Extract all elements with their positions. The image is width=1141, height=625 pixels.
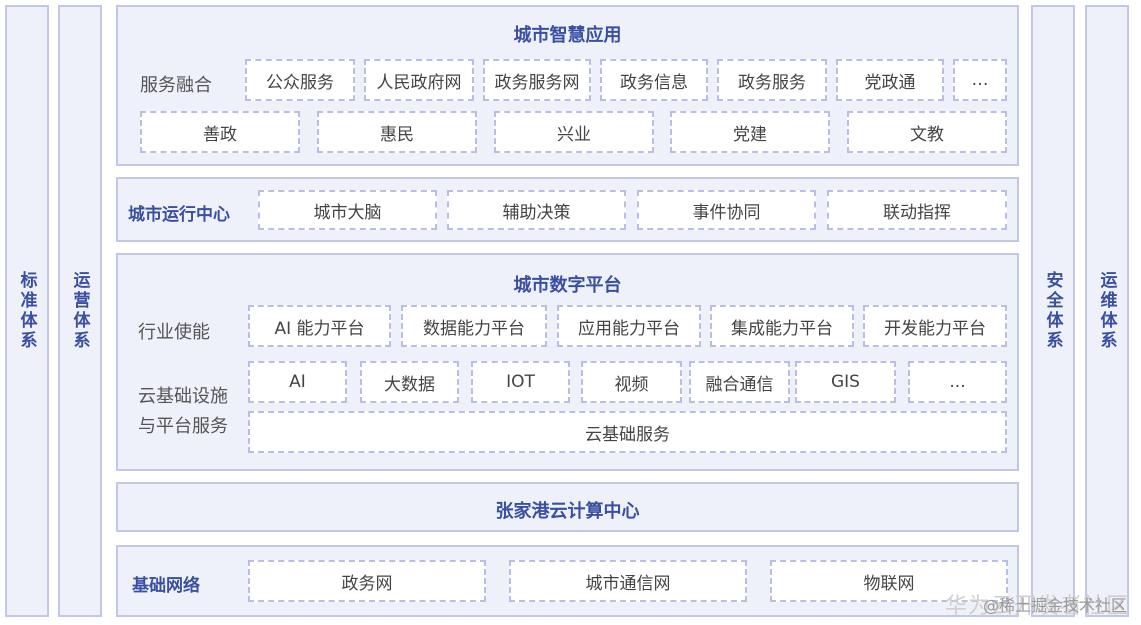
infra-item-gis: GIS <box>795 361 896 403</box>
app-item-more: … <box>953 59 1007 101</box>
infra-item-more: ... <box>908 361 1007 403</box>
cloud-computing-center-panel: 张家港云计算中心 <box>116 482 1019 532</box>
service-fusion-label: 服务融合 <box>140 75 212 96</box>
city-ops-center-label: 城市运行中心 <box>128 205 230 225</box>
basic-network-panel: 基础网络 政务网 城市通信网 物联网 <box>116 545 1019 617</box>
network-item-city-comm-net: 城市通信网 <box>509 560 747 602</box>
app-item-xingye: 兴业 <box>494 111 654 153</box>
standard-system-label: 标准体系 <box>16 271 37 351</box>
watermark-sub: @稀土掘金技术社区 <box>982 596 1127 615</box>
app-item-dangzhengtong: 党政通 <box>836 59 944 101</box>
city-digital-platform-title: 城市数字平台 <box>513 275 622 296</box>
app-item-huimin: 惠民 <box>317 111 477 153</box>
platform-app-capability: 应用能力平台 <box>557 305 701 347</box>
infra-item-video: 视频 <box>581 361 682 403</box>
app-item-shanzheng: 善政 <box>140 111 300 153</box>
standard-system-column: 标准体系 <box>5 5 49 617</box>
platform-integration-capability: 集成能力平台 <box>710 305 854 347</box>
infra-label-line2: 与平台服务 <box>138 416 228 437</box>
infra-item-unified-comm: 融合通信 <box>689 361 790 403</box>
app-item-gov-service-web: 政务服务网 <box>483 59 591 101</box>
city-ops-center-panel: 城市运行中心 城市大脑 辅助决策 事件协同 联动指挥 <box>116 177 1019 242</box>
infra-item-bigdata: 大数据 <box>360 361 459 403</box>
app-item-people-gov-web: 人民政府网 <box>364 59 474 101</box>
ops-item-decision-support: 辅助决策 <box>447 190 626 230</box>
app-item-public-service: 公众服务 <box>245 59 355 101</box>
infra-item-ai: AI <box>248 361 347 403</box>
city-digital-platform-panel: 城市数字平台 行业使能 AI 能力平台 数据能力平台 应用能力平台 集成能力平台… <box>116 253 1019 471</box>
network-item-gov-net: 政务网 <box>248 560 486 602</box>
platform-ai-capability: AI 能力平台 <box>248 305 391 347</box>
infra-label-line1: 云基础设施 <box>138 386 228 407</box>
platform-data-capability: 数据能力平台 <box>401 305 547 347</box>
ops-item-city-brain: 城市大脑 <box>258 190 437 230</box>
operation-system-label: 运营体系 <box>69 271 90 351</box>
city-smart-apps-panel: 城市智慧应用 服务融合 公众服务 人民政府网 政务服务网 政务信息 政务服务 党… <box>116 5 1019 166</box>
cloud-computing-center-title: 张家港云计算中心 <box>495 501 640 522</box>
app-item-gov-service: 政务服务 <box>717 59 827 101</box>
security-system-label: 安全体系 <box>1042 271 1063 351</box>
app-item-wenjiao: 文教 <box>847 111 1007 153</box>
app-item-dangjian: 党建 <box>670 111 830 153</box>
ops-item-linked-command: 联动指挥 <box>827 190 1007 230</box>
security-system-column: 安全体系 <box>1031 5 1075 617</box>
app-item-gov-info: 政务信息 <box>600 59 708 101</box>
infra-item-iot: IOT <box>471 361 570 403</box>
city-smart-apps-title: 城市智慧应用 <box>513 25 622 46</box>
cloud-base-service: 云基础服务 <box>248 411 1007 453</box>
maintenance-system-label: 运维体系 <box>1096 271 1117 351</box>
operation-system-column: 运营体系 <box>58 5 102 617</box>
platform-dev-capability: 开发能力平台 <box>863 305 1007 347</box>
basic-network-label: 基础网络 <box>132 576 200 596</box>
maintenance-system-column: 运维体系 <box>1085 5 1129 617</box>
ops-item-event-coordination: 事件协同 <box>637 190 816 230</box>
industry-enablement-label: 行业使能 <box>138 322 210 343</box>
